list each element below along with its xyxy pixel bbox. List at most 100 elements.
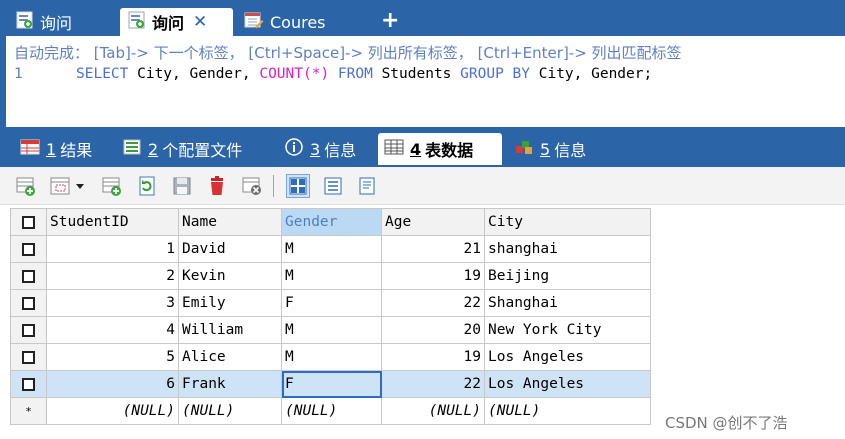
cell-gender[interactable]: M xyxy=(281,235,382,263)
tab-info-5[interactable]: 5 信息 xyxy=(508,133,594,165)
tab-label: 表数据 xyxy=(425,141,474,160)
column-header-studentid[interactable]: StudentID xyxy=(46,208,179,236)
keyword-select: SELECT xyxy=(76,66,129,82)
checkbox-icon xyxy=(22,269,35,283)
select-all-checkbox[interactable] xyxy=(10,208,47,236)
results-grid[interactable]: StudentID Name Gender Age City 1 David M… xyxy=(10,208,651,425)
new-row[interactable]: * (NULL) (NULL) (NULL) (NULL) (NULL) xyxy=(10,397,651,425)
new-tab-button[interactable]: + xyxy=(381,9,399,33)
cell-city[interactable]: Los Angeles xyxy=(484,343,651,371)
cell-age[interactable]: 19 xyxy=(381,343,485,371)
query-tab-icon xyxy=(128,11,146,33)
cell-age[interactable]: 22 xyxy=(381,370,485,398)
cell-gender[interactable]: M xyxy=(281,343,382,371)
cell-age[interactable]: 21 xyxy=(381,235,485,263)
refresh-icon xyxy=(139,176,155,196)
close-icon[interactable]: ✕ xyxy=(193,12,207,32)
code-line[interactable]: 1 SELECT City, Gender, COUNT(*) FROM Stud… xyxy=(14,66,652,82)
column-header-city[interactable]: City xyxy=(484,208,651,236)
discard-icon xyxy=(242,177,261,195)
tab-label: 信息 xyxy=(324,141,357,160)
tab-result[interactable]: 1 结果 xyxy=(14,133,100,165)
table-row[interactable]: 1 David M 21 shanghai xyxy=(10,235,651,263)
row-checkbox[interactable] xyxy=(10,262,47,290)
text-view-icon xyxy=(359,177,375,195)
cell-studentid[interactable]: 3 xyxy=(46,289,179,317)
tab-table-data[interactable]: 4 表数据 xyxy=(378,133,502,165)
delete-button[interactable] xyxy=(205,174,229,198)
save-button[interactable] xyxy=(170,174,194,198)
tab-info[interactable]: 3 信息 xyxy=(278,133,364,165)
form-view-button[interactable] xyxy=(321,174,345,198)
table-row-selected[interactable]: 6 Frank F 22 Los Angeles xyxy=(10,370,651,398)
tab-number: 4 xyxy=(410,139,422,159)
result-grid-icon xyxy=(20,138,40,160)
grid-header-row: StudentID Name Gender Age City xyxy=(10,208,651,236)
cell-studentid[interactable]: 6 xyxy=(46,370,179,398)
cell-gender-focused[interactable]: F xyxy=(281,370,382,398)
cell-gender[interactable]: M xyxy=(281,262,382,290)
tab-coures[interactable]: Coures xyxy=(236,8,366,36)
cell-null[interactable]: (NULL) xyxy=(178,397,282,425)
cell-name[interactable]: William xyxy=(178,316,282,344)
column-header-name[interactable]: Name xyxy=(178,208,282,236)
cell-studentid[interactable]: 4 xyxy=(46,316,179,344)
keyword-group-by: GROUP BY xyxy=(460,66,530,82)
cell-age[interactable]: 19 xyxy=(381,262,485,290)
cell-name[interactable]: David xyxy=(178,235,282,263)
cell-studentid[interactable]: 5 xyxy=(46,343,179,371)
refresh-button[interactable] xyxy=(135,174,159,198)
cell-name[interactable]: Frank xyxy=(178,370,282,398)
info-icon xyxy=(284,137,304,161)
cell-city[interactable]: shanghai xyxy=(484,235,651,263)
tab-label: 结果 xyxy=(60,141,93,160)
cell-city[interactable]: New York City xyxy=(484,316,651,344)
discard-button[interactable] xyxy=(240,174,264,198)
cell-city[interactable]: Beijing xyxy=(484,262,651,290)
table-row[interactable]: 3 Emily F 22 Shanghai xyxy=(10,289,651,317)
copy-row-button[interactable] xyxy=(100,174,124,198)
cell-studentid[interactable]: 1 xyxy=(46,235,179,263)
cell-gender[interactable]: F xyxy=(281,289,382,317)
text-view-button[interactable] xyxy=(355,174,379,198)
grid-view-button[interactable] xyxy=(286,174,310,198)
cell-name[interactable]: Emily xyxy=(178,289,282,317)
cell-city[interactable]: Los Angeles xyxy=(484,370,651,398)
cell-null[interactable]: (NULL) xyxy=(484,397,651,425)
sql-editor[interactable]: 自动完成： [Tab]-> 下一个标签， [Ctrl+Space]-> 列出所有… xyxy=(0,36,845,127)
cell-gender[interactable]: M xyxy=(281,316,382,344)
tab-query-1[interactable]: 询问 xyxy=(8,8,118,36)
column-header-age[interactable]: Age xyxy=(381,208,485,236)
tab-profiles[interactable]: 2 个配置文件 xyxy=(116,133,250,165)
filter-dropdown-button[interactable] xyxy=(48,174,88,198)
profile-icon xyxy=(122,138,142,160)
table-row[interactable]: 4 William M 20 New York City xyxy=(10,316,651,344)
tab-label: 询问 xyxy=(40,14,73,33)
keyword-from: FROM xyxy=(337,66,373,82)
cell-null[interactable]: (NULL) xyxy=(46,397,179,425)
cell-age[interactable]: 22 xyxy=(381,289,485,317)
trash-icon xyxy=(211,176,223,195)
cell-null[interactable]: (NULL) xyxy=(281,397,382,425)
table-row[interactable]: 5 Alice M 19 Los Angeles xyxy=(10,343,651,371)
tab-query-2[interactable]: 询问 ✕ xyxy=(120,8,233,36)
row-checkbox[interactable] xyxy=(10,316,47,344)
cell-name[interactable]: Kevin xyxy=(178,262,282,290)
form-view-icon xyxy=(324,177,342,195)
cell-name[interactable]: Alice xyxy=(178,343,282,371)
cell-age[interactable]: 20 xyxy=(381,316,485,344)
tab-label: Coures xyxy=(270,12,326,32)
row-checkbox[interactable] xyxy=(10,289,47,317)
add-row-button[interactable] xyxy=(14,174,38,198)
cell-city[interactable]: Shanghai xyxy=(484,289,651,317)
table-name: Students xyxy=(372,66,461,82)
cell-null[interactable]: (NULL) xyxy=(381,397,485,425)
tab-label: 信息 xyxy=(554,141,587,160)
cell-studentid[interactable]: 2 xyxy=(46,262,179,290)
toolbar-divider xyxy=(273,175,274,197)
row-checkbox[interactable] xyxy=(10,370,47,398)
row-checkbox[interactable] xyxy=(10,235,47,263)
row-checkbox[interactable] xyxy=(10,343,47,371)
table-row[interactable]: 2 Kevin M 19 Beijing xyxy=(10,262,651,290)
column-header-gender[interactable]: Gender xyxy=(281,208,382,236)
